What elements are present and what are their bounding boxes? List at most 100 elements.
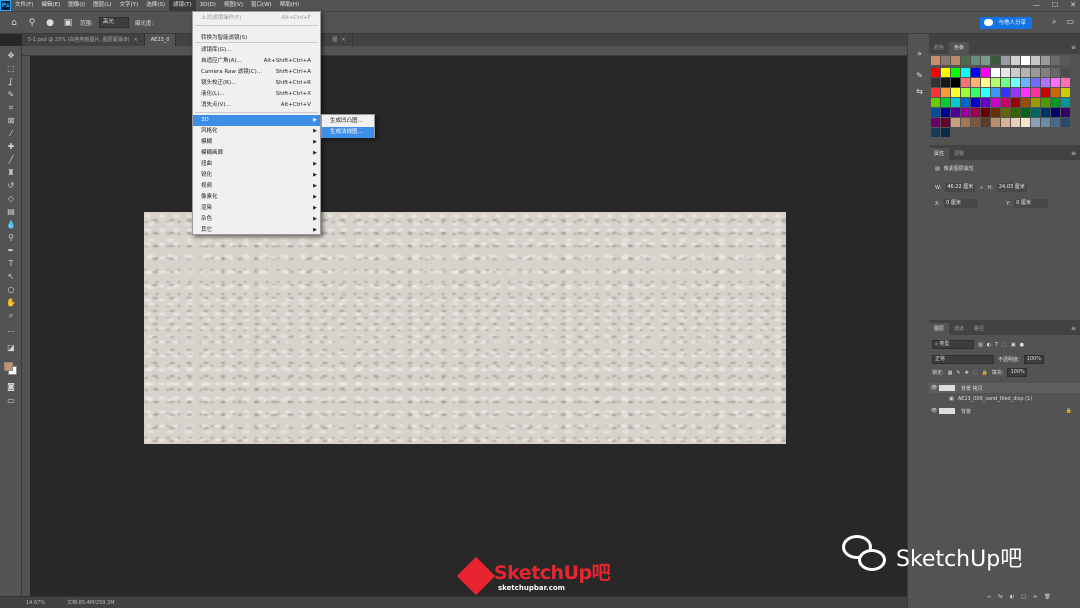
- swatch[interactable]: [1051, 88, 1060, 97]
- share-button[interactable]: 与他人分享: [980, 17, 1032, 29]
- visibility-eye-icon[interactable]: 👁: [929, 408, 939, 414]
- swatch[interactable]: [1041, 56, 1050, 65]
- swatch[interactable]: [1011, 56, 1020, 65]
- tab-paths[interactable]: 路径: [969, 323, 989, 335]
- panel-menu-icon[interactable]: ≡: [1071, 150, 1076, 157]
- swatch[interactable]: [991, 98, 1000, 107]
- height-field[interactable]: 24.03 厘米: [996, 183, 1027, 192]
- tab-document-2[interactable]: AE23_0: [144, 34, 177, 46]
- swatch[interactable]: [1061, 68, 1070, 77]
- submenu-item[interactable]: 生成法线图...: [322, 127, 374, 138]
- swatch[interactable]: [1021, 78, 1030, 87]
- submenu-item[interactable]: 生成凹凸图...: [322, 116, 374, 127]
- swatch[interactable]: [1011, 118, 1020, 127]
- filter-menu-item[interactable]: 滤镜库(G)...: [193, 45, 320, 56]
- smart-filter-row[interactable]: ▣ AE23_009_sand_tiled_disp (1): [929, 394, 1080, 404]
- swatch[interactable]: [971, 98, 980, 107]
- swatch[interactable]: [981, 68, 990, 77]
- history-brush-tool-icon[interactable]: ↺: [5, 180, 17, 191]
- swatch[interactable]: [1041, 118, 1050, 127]
- swatch[interactable]: [951, 68, 960, 77]
- swatch[interactable]: [1051, 98, 1060, 107]
- filter-toggle-icon[interactable]: ●: [1020, 342, 1024, 348]
- brush-tool-icon[interactable]: ╱: [5, 154, 17, 165]
- swatch[interactable]: [1021, 118, 1030, 127]
- swatch[interactable]: [951, 108, 960, 117]
- link-icon[interactable]: ∞: [979, 185, 983, 191]
- more-tools-icon[interactable]: ⋯: [5, 326, 17, 337]
- swatch[interactable]: [991, 88, 1000, 97]
- swatch[interactable]: [1011, 78, 1020, 87]
- swatch[interactable]: [1031, 118, 1040, 127]
- maximize-button[interactable]: ☐: [1052, 0, 1058, 11]
- filter-shape-icon[interactable]: ⬚: [1002, 342, 1007, 348]
- swatch[interactable]: [1031, 68, 1040, 77]
- adjustment-layer-icon[interactable]: ◐: [1010, 594, 1014, 600]
- filter-menu-item[interactable]: 自适应广角(A)... Alt+Shift+Ctrl+A: [193, 56, 320, 67]
- swatch[interactable]: [981, 108, 990, 117]
- y-field[interactable]: 0 厘米: [1014, 199, 1049, 208]
- swatch[interactable]: [951, 88, 960, 97]
- gradient-tool-icon[interactable]: ▤: [5, 206, 17, 217]
- swatch[interactable]: [951, 56, 960, 65]
- visibility-eye-icon[interactable]: 👁: [929, 385, 939, 391]
- new-group-icon[interactable]: □: [1021, 594, 1026, 600]
- swatch[interactable]: [1001, 78, 1010, 87]
- swatch[interactable]: [1001, 98, 1010, 107]
- swatch[interactable]: [1011, 68, 1020, 77]
- menu-3d[interactable]: 3D(D): [196, 0, 220, 11]
- swatch[interactable]: [961, 108, 970, 117]
- filter-menu-item[interactable]: 转换为智能滤镜(S): [193, 33, 320, 44]
- swatch[interactable]: [941, 56, 950, 65]
- swatch[interactable]: [931, 56, 940, 65]
- lock-artboard-icon[interactable]: ⬚: [973, 370, 978, 376]
- path-select-tool-icon[interactable]: ↖: [5, 271, 17, 282]
- tab-close-icon[interactable]: ×: [341, 37, 345, 43]
- swatch[interactable]: [1041, 78, 1050, 87]
- swatch[interactable]: [961, 78, 970, 87]
- close-button[interactable]: ✕: [1070, 0, 1076, 11]
- swatch[interactable]: [1031, 98, 1040, 107]
- menu-filter[interactable]: 滤镜(T): [168, 0, 196, 11]
- swatch[interactable]: [1041, 98, 1050, 107]
- document-size[interactable]: 文档:85.4M/259.3M: [67, 599, 114, 606]
- swatch[interactable]: [981, 118, 990, 127]
- swatch[interactable]: [941, 88, 950, 97]
- swatch[interactable]: [1061, 108, 1070, 117]
- swatch[interactable]: [941, 68, 950, 77]
- foreground-color-swatch[interactable]: [4, 362, 13, 371]
- dodge-tool-preset-icon[interactable]: ⚲: [26, 17, 38, 29]
- swatch[interactable]: [981, 98, 990, 107]
- menu-window[interactable]: 窗口(W): [247, 0, 276, 11]
- swatch[interactable]: [1051, 108, 1060, 117]
- swatch[interactable]: [1031, 88, 1040, 97]
- move-tool-icon[interactable]: ✥: [5, 50, 17, 61]
- x-field[interactable]: 0 厘米: [944, 199, 979, 208]
- swatch[interactable]: [931, 98, 940, 107]
- swatch[interactable]: [1031, 78, 1040, 87]
- default-colors-icon[interactable]: ◪: [5, 342, 17, 353]
- blend-mode-select[interactable]: 正常: [932, 355, 994, 364]
- filter-menu-item[interactable]: 像素化 ▶: [193, 192, 320, 203]
- swatch[interactable]: [1061, 56, 1070, 65]
- filter-menu-item[interactable]: Camera Raw 滤镜(C)... Shift+Ctrl+A: [193, 67, 320, 78]
- layer-name[interactable]: 背景: [961, 408, 971, 415]
- swatch[interactable]: [971, 78, 980, 87]
- quick-select-tool-icon[interactable]: ✎: [5, 89, 17, 100]
- swatch[interactable]: [951, 78, 960, 87]
- menu-type[interactable]: 文字(Y): [116, 0, 143, 11]
- layer-kind-filter[interactable]: ⌕ 类型: [932, 340, 974, 349]
- swatch[interactable]: [971, 118, 980, 127]
- swatch[interactable]: [941, 78, 950, 87]
- panel-menu-icon[interactable]: ≡: [1071, 44, 1076, 51]
- opacity-field[interactable]: 100%: [1023, 355, 1044, 364]
- swatch[interactable]: [991, 78, 1000, 87]
- tab-properties[interactable]: 属性: [929, 148, 950, 160]
- tab-channels[interactable]: 通道: [949, 323, 969, 335]
- link-layers-icon[interactable]: ∞: [987, 594, 991, 600]
- zoom-level[interactable]: 14.67%: [26, 600, 45, 606]
- swatch[interactable]: [991, 56, 1000, 65]
- swatch[interactable]: [1041, 108, 1050, 117]
- fill-field[interactable]: 100%: [1007, 368, 1028, 377]
- screen-mode-icon[interactable]: ▭: [5, 395, 17, 406]
